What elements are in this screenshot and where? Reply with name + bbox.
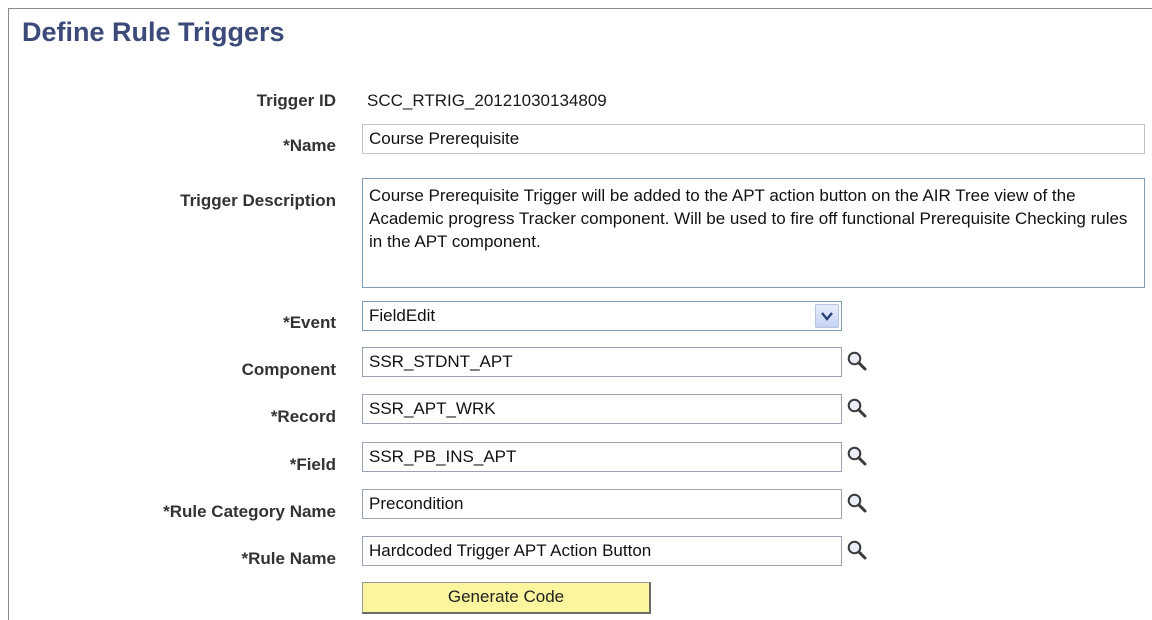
magnifier-icon[interactable] (846, 397, 868, 419)
component-label: Component (241, 360, 336, 379)
magnifier-icon[interactable] (846, 492, 868, 514)
trigger-description-label: Trigger Description (180, 191, 336, 210)
frame-border-top (8, 8, 1152, 9)
rule-name-input[interactable]: Hardcoded Trigger APT Action Button (362, 536, 842, 566)
magnifier-icon[interactable] (846, 350, 868, 372)
trigger-description-textarea[interactable]: Course Prerequisite Trigger will be adde… (362, 178, 1145, 288)
trigger-id-label: Trigger ID (256, 91, 336, 110)
field-input[interactable]: SSR_PB_INS_APT (362, 442, 842, 472)
rule-category-input[interactable]: Precondition (362, 489, 842, 519)
name-label: *Name (283, 136, 336, 155)
chevron-down-icon[interactable] (815, 304, 839, 328)
page-title: Define Rule Triggers (22, 17, 285, 47)
record-label: *Record (270, 407, 336, 426)
magnifier-icon[interactable] (846, 445, 868, 467)
event-select-value: FieldEdit (369, 306, 436, 325)
magnifier-icon[interactable] (846, 539, 868, 561)
event-select[interactable]: FieldEdit (362, 301, 842, 331)
record-input[interactable]: SSR_APT_WRK (362, 394, 842, 424)
name-input[interactable]: Course Prerequisite (362, 124, 1145, 154)
generate-code-button[interactable]: Generate Code (362, 582, 651, 614)
trigger-id-value: SCC_RTRIG_20121030134809 (367, 91, 607, 110)
rule-name-label: *Rule Name (241, 549, 336, 568)
component-input[interactable]: SSR_STDNT_APT (362, 347, 842, 377)
field-label: *Field (289, 455, 336, 474)
event-label: *Event (283, 313, 336, 332)
rule-category-label: *Rule Category Name (163, 502, 336, 521)
